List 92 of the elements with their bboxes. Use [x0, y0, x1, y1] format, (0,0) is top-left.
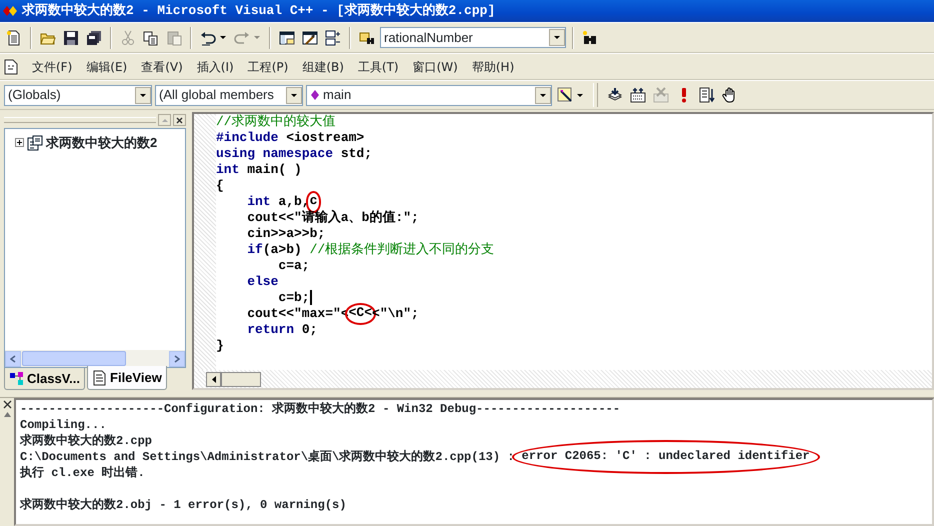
- expand-icon[interactable]: [15, 138, 24, 148]
- menu-item[interactable]: 文件(F): [32, 58, 72, 76]
- code-text: 0;: [300, 322, 318, 338]
- compile-icon: [607, 87, 623, 103]
- save-icon: [63, 30, 79, 46]
- scroll-right-button[interactable]: [169, 350, 185, 366]
- step-icon: [699, 87, 715, 103]
- dropdown-field[interactable]: (All global members: [155, 84, 303, 106]
- scrollbar-thumb[interactable]: [221, 372, 261, 386]
- dropdown-caret-icon: [290, 92, 298, 98]
- caret-icon: [219, 35, 227, 40]
- output-text: --------------------Configuration: 求两数中较大的数2 - Win32 Debug--------------------: [20, 401, 620, 417]
- menu-item[interactable]: 编辑(E): [86, 58, 128, 76]
- diamond-icon: [310, 89, 320, 101]
- build-icon: [630, 87, 646, 103]
- window-list-button[interactable]: [323, 28, 343, 48]
- code-text: cin>>a>>b;: [247, 226, 326, 242]
- save-all-icon: [86, 30, 102, 46]
- code-comment: //求两数中的较大值: [216, 114, 336, 130]
- menu-item[interactable]: 窗口(W): [412, 58, 458, 76]
- dropdown-caret-icon: [139, 92, 147, 98]
- code-text: c: [310, 193, 318, 208]
- find-in-files-icon: [359, 30, 375, 46]
- paste-icon: [166, 30, 182, 46]
- code-text: <iostream>: [285, 130, 364, 146]
- copy-icon: [143, 30, 159, 46]
- code-text: int: [216, 162, 240, 178]
- code-text: <C<: [348, 305, 372, 320]
- close-icon: [2, 400, 12, 409]
- dropdown-caret-icon: [553, 35, 561, 40]
- scroll-up-icon: [2, 411, 12, 418]
- binoculars-icon: [582, 30, 598, 46]
- up-arrow-icon: [160, 118, 168, 122]
- code-text: int: [247, 194, 271, 210]
- menu-item[interactable]: 查看(V): [141, 58, 183, 76]
- undo-icon: [200, 30, 216, 46]
- redo-icon: [234, 30, 250, 46]
- scroll-left-button[interactable]: [206, 372, 221, 386]
- build-summary: 求两数中较大的数2.obj - 1 error(s), 0 warning(s): [20, 497, 348, 513]
- dropdown-field[interactable]: main: [306, 84, 552, 106]
- dropdown-caret-icon: [539, 92, 547, 98]
- code-text: if: [247, 242, 263, 258]
- output-text: Compiling...: [20, 417, 106, 433]
- code-text: (a>b): [262, 242, 303, 258]
- window-title: 求两数中较大的数2 - Microsoft Visual C++ - [求两数中较大的数2.cpp]: [22, 2, 496, 20]
- output-text: C:\Documents and Settings\Administrator\桌面\求两数中较大的数2.cpp(13) :: [20, 449, 516, 465]
- caret-icon: [253, 35, 261, 40]
- project-name[interactable]: 求两数中较大的数2: [46, 133, 158, 152]
- code-text: }: [216, 338, 224, 354]
- workspace-icon: [279, 30, 295, 46]
- step-button[interactable]: [697, 85, 717, 105]
- code-text: else: [247, 274, 278, 290]
- caret-icon: [576, 92, 584, 98]
- code-text: c=a;: [278, 258, 310, 274]
- code-text: return: [247, 322, 294, 338]
- code-text: using namespace: [216, 146, 334, 162]
- code-text: c=b;: [278, 290, 310, 306]
- menu-item[interactable]: 工具(T): [358, 58, 399, 76]
- output-text: error C2065: 'C' : undeclared identifier: [522, 449, 810, 463]
- dropdown-field[interactable]: (Globals): [4, 84, 152, 106]
- menu-item[interactable]: 帮助(H): [472, 58, 514, 76]
- window-list-icon: [325, 30, 341, 46]
- document-icon: [4, 58, 18, 74]
- stop-build-icon: [653, 87, 669, 103]
- code-text: std;: [340, 146, 372, 162]
- code-text: #include: [216, 130, 278, 146]
- scrollbar-thumb[interactable]: [22, 351, 126, 366]
- dropdown-field[interactable]: rationalNumber: [380, 27, 566, 48]
- class-view-icon: [9, 370, 24, 386]
- build-button[interactable]: [628, 85, 648, 105]
- menu-item[interactable]: 工程(P): [248, 58, 288, 76]
- close-button[interactable]: [173, 114, 186, 126]
- left-arrow-icon: [212, 376, 216, 382]
- code-text: main( ): [246, 162, 302, 178]
- cut-icon: [120, 30, 136, 46]
- document-icon: [92, 370, 108, 386]
- output-text: 求两数中较大的数2.cpp: [20, 433, 152, 449]
- output-icon: [302, 30, 318, 46]
- panel-tab[interactable]: FileView: [87, 366, 167, 390]
- app-icon: [2, 4, 18, 18]
- new-file-icon: [6, 30, 22, 46]
- code-comment: //根据条件判断进入不同的分支: [310, 242, 494, 258]
- output-text: 执行 cl.exe 时出错.: [20, 465, 145, 481]
- project-icon: [27, 134, 43, 151]
- code-text: cout<<"请输入a、b的值:";: [247, 210, 419, 226]
- wizard-icon: [557, 87, 573, 103]
- code-text: a,b,: [277, 194, 310, 210]
- panel-tab[interactable]: ClassV...: [4, 368, 86, 390]
- menu-item[interactable]: 组建(B): [302, 58, 344, 76]
- code-text: {: [216, 178, 224, 194]
- menu-item[interactable]: 插入(I): [196, 58, 234, 76]
- close-icon: [176, 116, 183, 124]
